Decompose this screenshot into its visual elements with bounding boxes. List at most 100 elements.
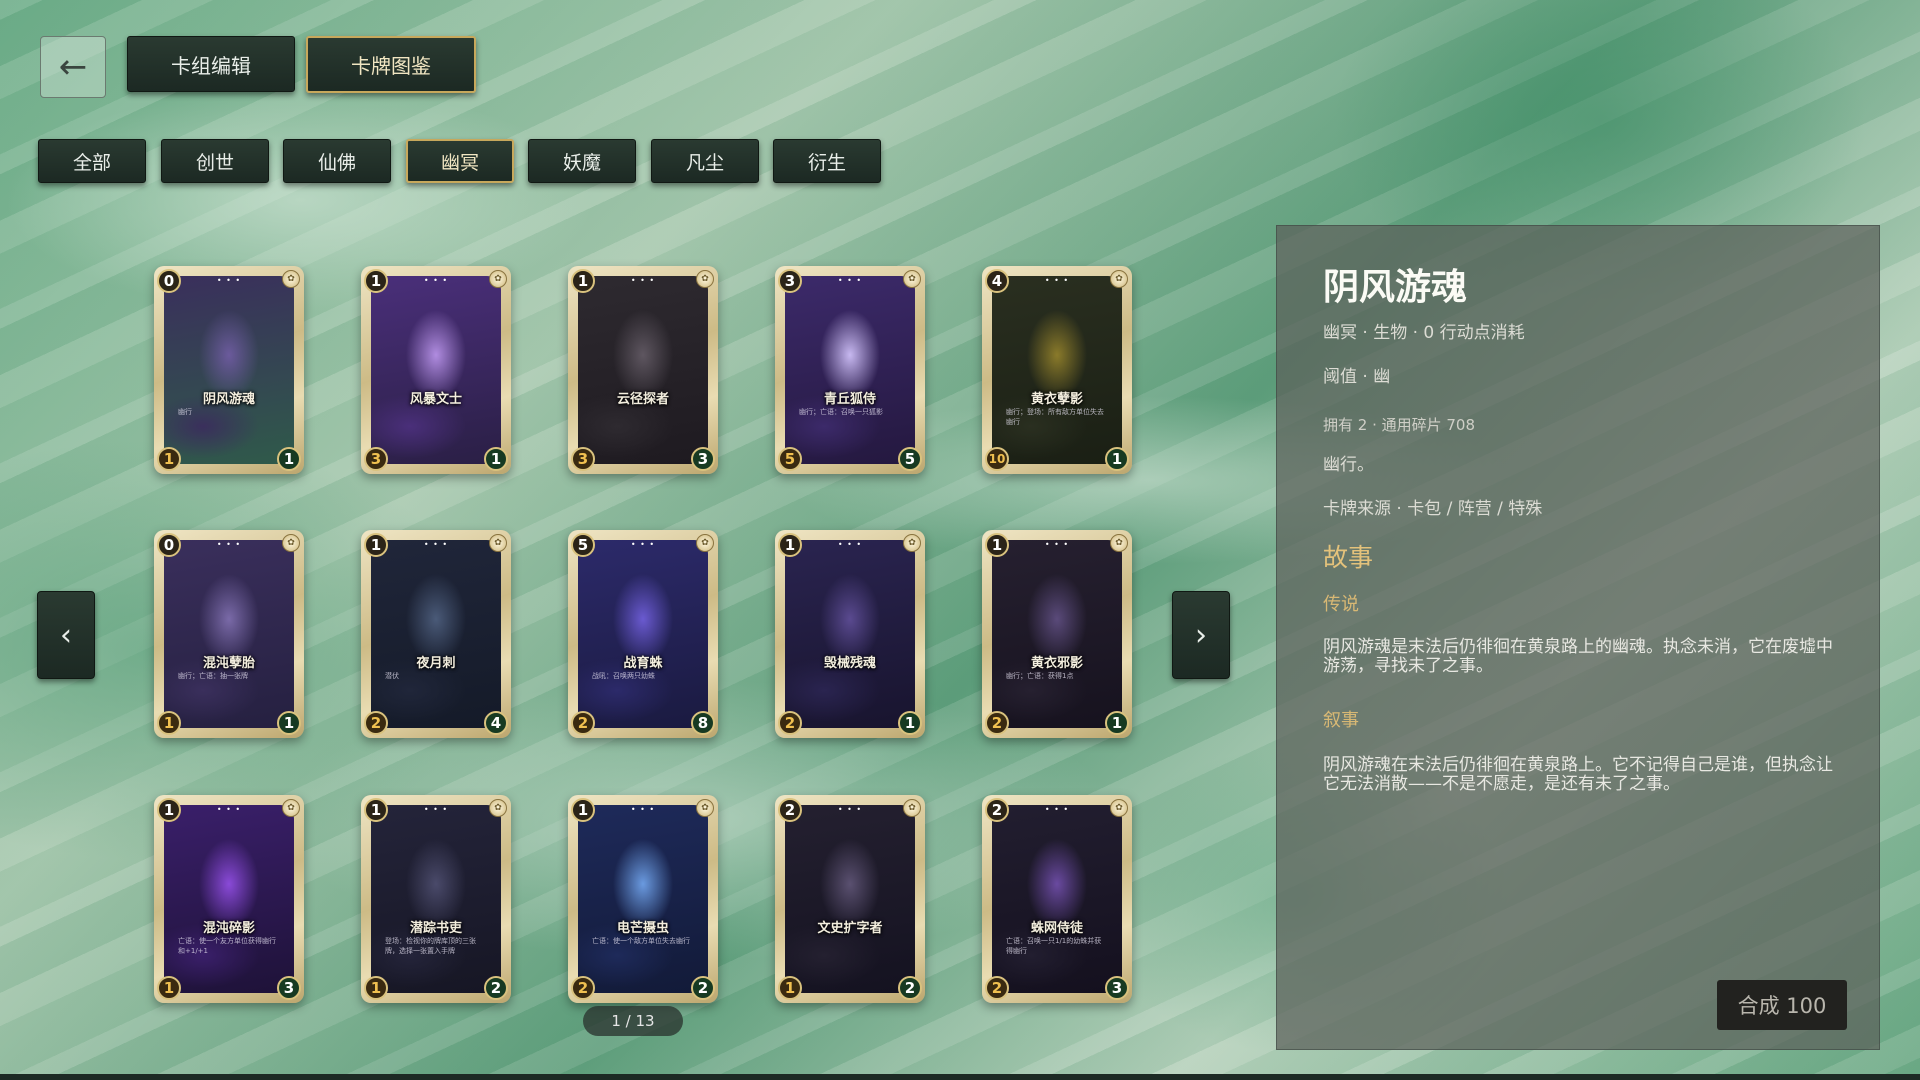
card-health: 1: [277, 711, 301, 735]
card-cost: 1: [571, 269, 595, 293]
card-art: • • • 夜月刺 潜伏: [371, 540, 501, 728]
card-dots: • • •: [837, 540, 863, 549]
card-dots: • • •: [423, 540, 449, 549]
faction-emblem-icon: ✿: [696, 534, 714, 552]
faction-emblem-icon: ✿: [489, 270, 507, 288]
card-desc: 亡语：召唤一只1/1的幼蛛并获得幽行: [1006, 937, 1102, 955]
card-tile[interactable]: • • • 战育蛛 战吼：召唤两只幼蛛 5 ✿ 2 8: [568, 530, 718, 738]
card-cost: 1: [157, 798, 181, 822]
card-attack: 3: [364, 447, 388, 471]
card-tile[interactable]: • • • 混沌碎影 亡语：使一个友方单位获得幽行和+1/+1 1 ✿ 1 3: [154, 795, 304, 1003]
prev-page-button[interactable]: ‹: [37, 591, 95, 679]
card-dots: • • •: [216, 805, 242, 814]
card-tile[interactable]: • • • 潜踪书吏 登场：检视你的牌库顶的三张牌，选择一张置入手牌 1 ✿ 1 2: [361, 795, 511, 1003]
narrative-heading: 叙事: [1323, 710, 1359, 731]
card-cost: 0: [157, 269, 181, 293]
filter-xianfo[interactable]: 仙佛: [283, 139, 391, 183]
card-attack: 1: [157, 976, 181, 1000]
story-heading: 故事: [1323, 543, 1374, 572]
card-tile[interactable]: • • • 阴风游魂 幽行 0 ✿ 1 1: [154, 266, 304, 474]
card-desc: 幽行；登场：所有敌方单位失去幽行: [1006, 408, 1104, 426]
card-cost: 2: [985, 798, 1009, 822]
card-art: • • • 战育蛛 战吼：召唤两只幼蛛: [578, 540, 708, 728]
chevron-right-icon: ›: [1195, 617, 1207, 653]
card-name: 阴风游魂: [202, 392, 255, 407]
card-desc: 幽行；亡语：召唤一只狐影: [799, 408, 883, 416]
card-attack: 10: [985, 447, 1009, 471]
card-tile[interactable]: • • • 风暴文士 1 ✿ 3 1: [361, 266, 511, 474]
card-name: 青丘狐侍: [823, 392, 876, 407]
card-dots: • • •: [630, 805, 656, 814]
card-cost: 5: [571, 533, 595, 557]
card-dots: • • •: [837, 276, 863, 285]
card-desc: 登场：检视你的牌库顶的三张牌，选择一张置入手牌: [385, 937, 476, 955]
narrative-text: 阴风游魂在末法后仍徘徊在黄泉路上。它不记得自己是谁，但执念让它无法消散——不是不…: [1323, 755, 1833, 794]
card-name: 电芒摄虫: [616, 921, 669, 936]
detail-title: 阴风游魂: [1323, 266, 1468, 308]
card-attack: 2: [778, 711, 802, 735]
card-desc: 亡语：使一个敌方单位失去幽行: [592, 937, 690, 945]
card-cost: 2: [778, 798, 802, 822]
filter-youming[interactable]: 幽冥: [406, 139, 514, 183]
card-dots: • • •: [216, 540, 242, 549]
card-attack: 2: [364, 711, 388, 735]
filter-chuangshi[interactable]: 创世: [161, 139, 269, 183]
card-tile[interactable]: • • • 青丘狐侍 幽行；亡语：召唤一只狐影 3 ✿ 5 5: [775, 266, 925, 474]
faction-emblem-icon: ✿: [696, 799, 714, 817]
card-tile[interactable]: • • • 混沌孽胎 幽行；亡语：抽一张牌 0 ✿ 1 1: [154, 530, 304, 738]
tab-card-gallery[interactable]: 卡牌图鉴: [306, 36, 476, 93]
chevron-left-icon: ‹: [60, 617, 72, 653]
card-tile[interactable]: • • • 蛛网侍徒 亡语：召唤一只1/1的幼蛛并获得幽行 2 ✿ 2 3: [982, 795, 1132, 1003]
card-health: 5: [898, 447, 922, 471]
card-health: 1: [1105, 711, 1129, 735]
card-cost: 4: [985, 269, 1009, 293]
card-attack: 1: [157, 447, 181, 471]
card-name: 风暴文士: [409, 392, 462, 407]
card-art: • • • 黄衣孽影 幽行；登场：所有敌方单位失去幽行: [992, 276, 1122, 464]
card-tile[interactable]: • • • 文史扩字者 2 ✿ 1 2: [775, 795, 925, 1003]
faction-emblem-icon: ✿: [489, 534, 507, 552]
filter-yaomo[interactable]: 妖魔: [528, 139, 636, 183]
card-health: 3: [691, 447, 715, 471]
arrow-left-icon: ←: [58, 47, 88, 87]
detail-owned: 拥有 2 · 通用碎片 708: [1323, 416, 1476, 434]
detail-meta: 幽冥 · 生物 · 0 行动点消耗: [1323, 323, 1525, 343]
card-art: • • • 电芒摄虫 亡语：使一个敌方单位失去幽行: [578, 805, 708, 993]
card-tile[interactable]: • • • 电芒摄虫 亡语：使一个敌方单位失去幽行 1 ✿ 2 2: [568, 795, 718, 1003]
card-cost: 1: [985, 533, 1009, 557]
faction-emblem-icon: ✿: [489, 799, 507, 817]
card-tile[interactable]: • • • 夜月刺 潜伏 1 ✿ 2 4: [361, 530, 511, 738]
next-page-button[interactable]: ›: [1172, 591, 1230, 679]
card-tile[interactable]: • • • 云径探者 1 ✿ 3 3: [568, 266, 718, 474]
card-attack: 2: [985, 711, 1009, 735]
card-health: 3: [277, 976, 301, 1000]
filter-fanchen[interactable]: 凡尘: [651, 139, 759, 183]
card-art: • • • 青丘狐侍 幽行；亡语：召唤一只狐影: [785, 276, 915, 464]
card-art: • • • 潜踪书吏 登场：检视你的牌库顶的三张牌，选择一张置入手牌: [371, 805, 501, 993]
card-name: 潜踪书吏: [409, 921, 462, 936]
card-health: 1: [898, 711, 922, 735]
card-tile[interactable]: • • • 毁械残魂 1 ✿ 2 1: [775, 530, 925, 738]
filter-all[interactable]: 全部: [38, 139, 146, 183]
filter-yansheng[interactable]: 衍生: [773, 139, 881, 183]
card-dots: • • •: [630, 540, 656, 549]
card-tile[interactable]: • • • 黄衣孽影 幽行；登场：所有敌方单位失去幽行 4 ✿ 10 1: [982, 266, 1132, 474]
card-dots: • • •: [1044, 276, 1070, 285]
card-art: • • • 毁械残魂: [785, 540, 915, 728]
card-cost: 1: [778, 533, 802, 557]
card-health: 2: [484, 976, 508, 1000]
back-button[interactable]: ←: [40, 36, 106, 98]
craft-button[interactable]: 合成 100: [1717, 980, 1847, 1030]
card-attack: 1: [778, 976, 802, 1000]
tab-deck-edit[interactable]: 卡组编辑: [127, 36, 295, 92]
card-art: • • • 黄衣邪影 幽行；亡语：获得1点: [992, 540, 1122, 728]
card-name: 文史扩字者: [817, 921, 883, 936]
faction-emblem-icon: ✿: [903, 534, 921, 552]
detail-keyword: 幽行。: [1323, 455, 1374, 475]
card-health: 1: [484, 447, 508, 471]
card-attack: 3: [571, 447, 595, 471]
card-health: 4: [484, 711, 508, 735]
card-name: 黄衣邪影: [1030, 656, 1083, 671]
faction-emblem-icon: ✿: [282, 270, 300, 288]
card-tile[interactable]: • • • 黄衣邪影 幽行；亡语：获得1点 1 ✿ 2 1: [982, 530, 1132, 738]
